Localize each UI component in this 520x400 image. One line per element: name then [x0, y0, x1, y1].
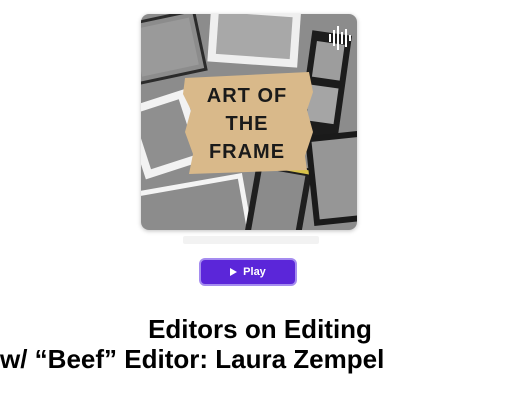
tape-label: ART OF THE FRAME	[183, 72, 313, 174]
play-button-label: Play	[243, 266, 266, 278]
play-button[interactable]: Play	[199, 258, 297, 286]
episode-title-line-2: w/ “Beef” Editor: Laura Zempel	[0, 344, 385, 374]
cover-title-line-3: FRAME	[209, 141, 285, 163]
cover-title-line-1: ART OF	[207, 85, 287, 107]
frame-top-center	[207, 14, 302, 68]
episode-title: Editors on Editing w/ “Beef” Editor: Lau…	[0, 314, 520, 374]
podcast-cover-art: ART OF THE FRAME	[141, 14, 357, 230]
episode-title-line-1: Editors on Editing	[148, 314, 372, 344]
cover-reflection	[183, 236, 319, 244]
cover-title-line-2: THE	[226, 113, 269, 135]
play-icon	[230, 268, 238, 276]
cover-illustration: ART OF THE FRAME	[141, 14, 357, 230]
